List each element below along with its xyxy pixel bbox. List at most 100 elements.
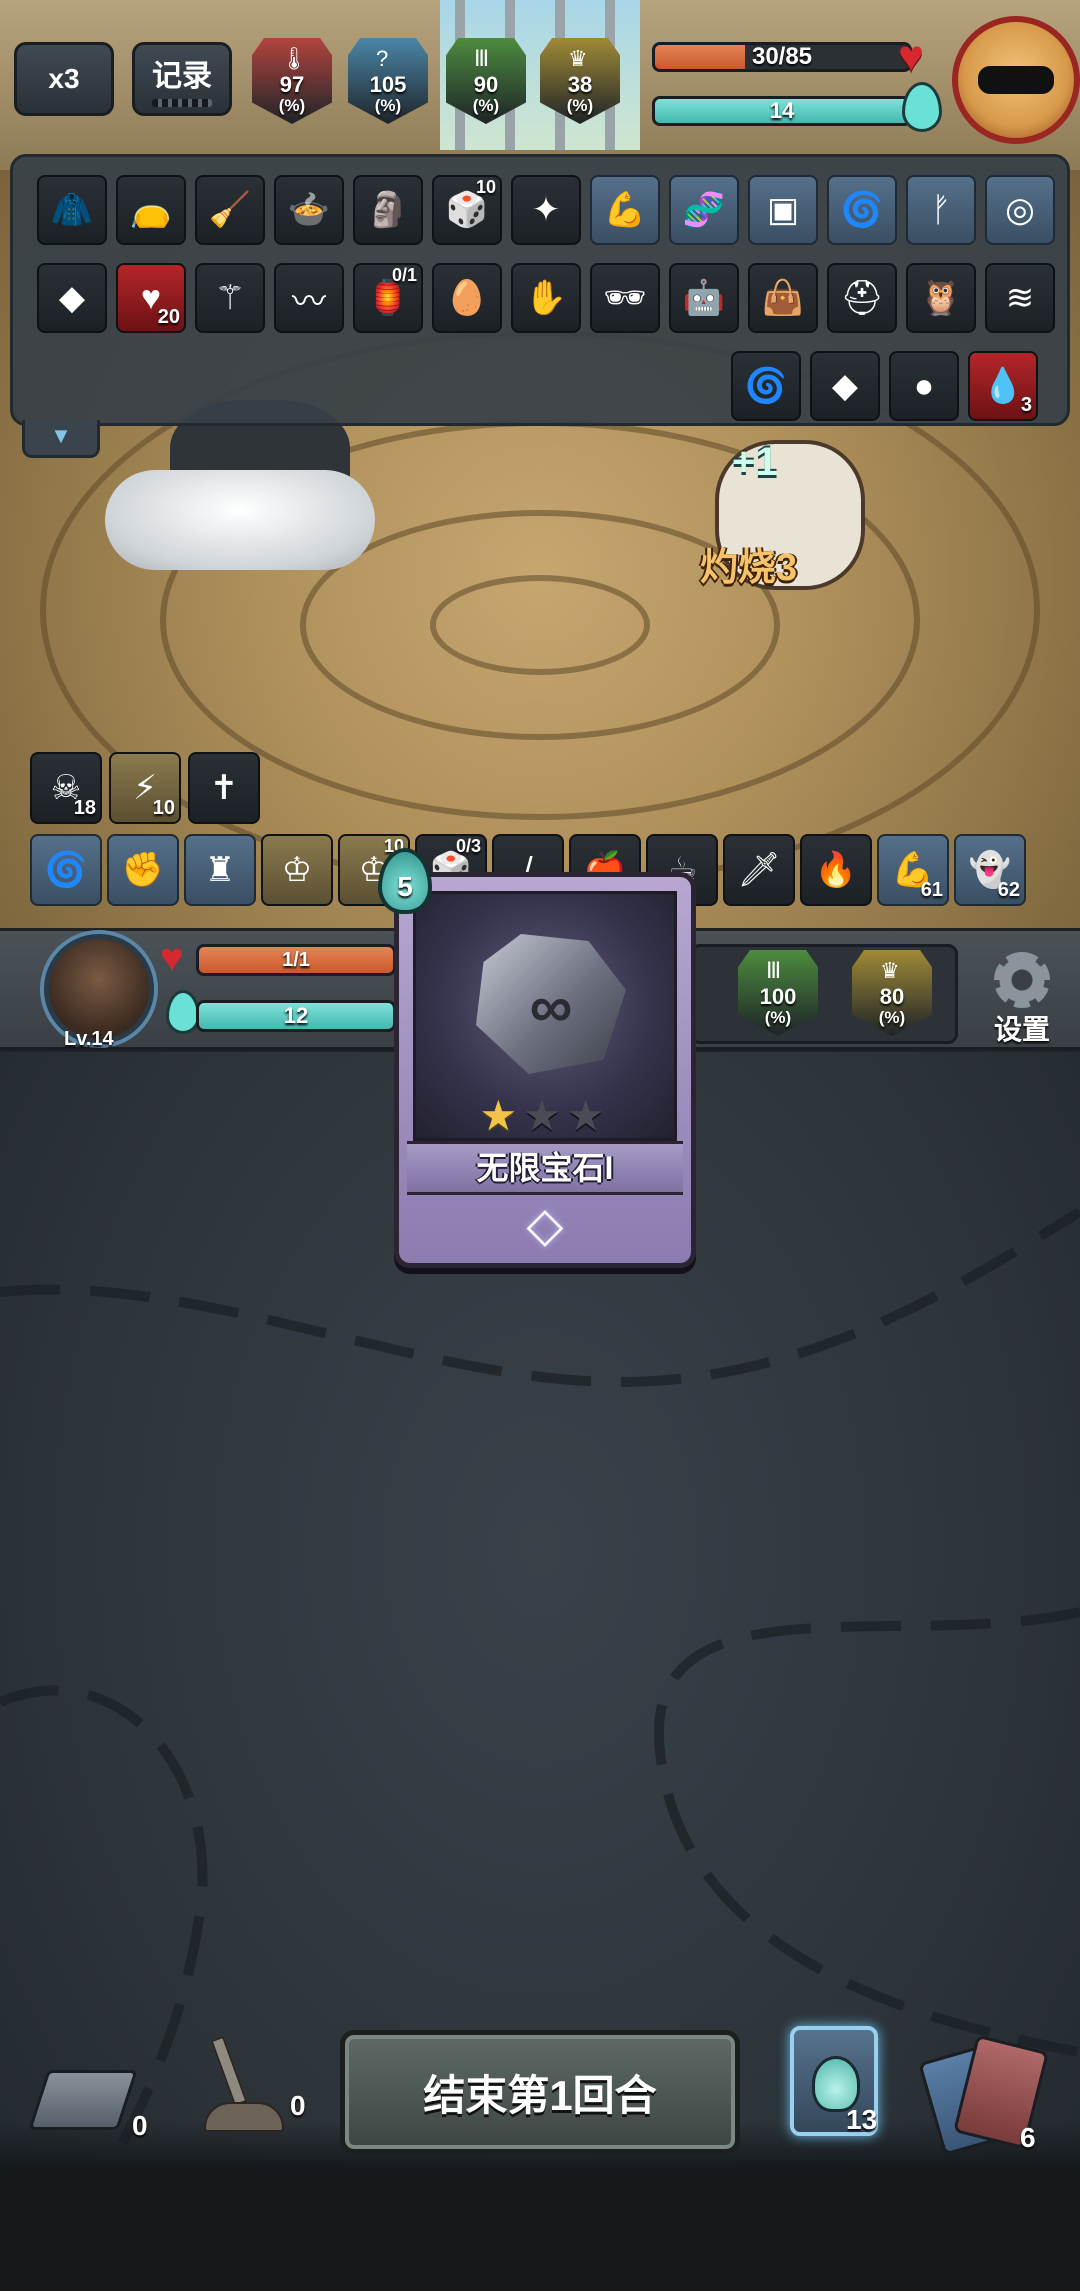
robot-slot[interactable]: 🤖 (669, 263, 739, 333)
stone-head-slot[interactable]: 🗿 (353, 175, 423, 245)
brown-sack-slot[interactable]: 👜 (748, 263, 818, 333)
heart-pierce-slot[interactable]: ♥ 20 (116, 263, 186, 333)
totem-slot[interactable]: ♜ (184, 834, 256, 906)
draw-pile-button[interactable] (28, 2064, 138, 2140)
dagger-slot[interactable]: 🗡 (723, 834, 795, 906)
swirl-slot[interactable]: 🌀 (827, 175, 897, 245)
strong-arm-slot[interactable]: 💪 61 (877, 834, 949, 906)
gear-icon (994, 952, 1050, 1008)
scepter-icon: ⚚ (214, 279, 246, 317)
slot-count: 20 (157, 306, 180, 328)
card-infinity-gem[interactable]: ∞ ★★★ 无限宝石I ◇ (394, 872, 696, 1268)
dna-slot[interactable]: 🧬 (669, 175, 739, 245)
target-slot[interactable]: ◎ (985, 175, 1055, 245)
discard-pile-count: 6 (1020, 2122, 1036, 2153)
player-mana-text: 12 (283, 1003, 309, 1028)
black-wings-slot[interactable]: 〰 (274, 263, 344, 333)
settings-button[interactable]: 设置 (982, 952, 1062, 1048)
black-sunglasses-icon: 🕶 (603, 279, 647, 317)
stat-value: 100 (759, 984, 797, 1009)
enemy-avatar[interactable] (952, 16, 1080, 144)
brown-sack-icon: 👜 (761, 279, 805, 317)
crate-slot[interactable]: ▣ (748, 175, 818, 245)
fire-leaf-slot[interactable]: 🔥 (800, 834, 872, 906)
sack-slot[interactable]: 👝 (116, 175, 186, 245)
stat-badge: ♛ 38 (%) (540, 38, 620, 124)
black-sunglasses-slot[interactable]: 🕶 (590, 263, 660, 333)
green-egg-slot[interactable]: 🥚 (432, 263, 502, 333)
sunglasses-icon (978, 66, 1054, 94)
crown-spikes-icon: ♔ (281, 851, 313, 889)
collapse-panel-button[interactable]: ▼ (22, 420, 100, 458)
dagger-icon: 🗡 (737, 851, 781, 889)
lantern-slot[interactable]: 🏮 0/1 (353, 263, 423, 333)
owl-icon: 🦉 (919, 279, 963, 317)
stone-head-icon: 🗿 (366, 191, 410, 229)
crown-spikes-slot[interactable]: ♔ (261, 834, 333, 906)
fire-leaf-icon: 🔥 (814, 851, 858, 889)
relic-panel: 🧥 👝 🧹 🍲 🗿 🎲 10 ✦ 💪 🧬 ▣ 🌀 ᚠ ◎ ◆ ♥ 20 ⚚ 〰 🏮 0/1 🥚 ✋ 🕶 🤖 👜 ⛑ 🦉 ≋ 🌀 ◆ ● 💧 3 (10, 154, 1070, 426)
cooking-pot-icon: 🍲 (287, 191, 331, 229)
dna-icon: 🧬 (682, 191, 726, 229)
blue-orb-icon: ● (913, 366, 935, 405)
claw-icon: ᚠ (930, 190, 952, 229)
cloud-platform (105, 470, 375, 570)
question-icon: ? (376, 46, 389, 71)
lightning-slot[interactable]: ⚡ 10 (109, 752, 181, 824)
stat-value: 105 (369, 72, 407, 97)
claw-slot[interactable]: ᚠ (906, 175, 976, 245)
cooking-pot-slot[interactable]: 🍲 (274, 175, 344, 245)
arena-ring (430, 575, 650, 675)
slot-badge: 10 (475, 177, 496, 197)
speed-button[interactable]: x3 (14, 42, 114, 116)
scepter-slot[interactable]: ⚚ (195, 263, 265, 333)
sack-icon: 👝 (129, 191, 173, 229)
heart-icon: ♥ (160, 936, 184, 980)
crate-icon: ▣ (766, 191, 800, 229)
dice-slot[interactable]: 🎲 10 (432, 175, 502, 245)
end-turn-button[interactable]: 结束第1回合 (340, 2030, 740, 2154)
muscle-slot[interactable]: 💪 (590, 175, 660, 245)
stat-unit: (%) (566, 96, 594, 115)
green-crystal-slot[interactable]: ◆ (37, 263, 107, 333)
broom-slot[interactable]: 🧹 (195, 175, 265, 245)
blood-drop-icon: 💧 (981, 367, 1025, 405)
log-button[interactable]: 记录 (132, 42, 232, 116)
blue-orb-slot[interactable]: ● (889, 351, 959, 421)
glowing-rune-icon: ✦ (531, 191, 561, 229)
stat-badge: 🌡 97 (%) (252, 38, 332, 124)
star-empty-icon: ★ (566, 1092, 611, 1139)
crystal-shard-icon: ◆ (831, 367, 859, 405)
end-turn-label: 结束第1回合 (423, 2071, 657, 2119)
hand-rune-slot[interactable]: ✋ (511, 263, 581, 333)
blood-drop-slot[interactable]: 💧 3 (968, 351, 1038, 421)
bandage-slot[interactable]: ≋ (985, 263, 1055, 333)
stat-badge: Ⅲ 100 (%) (738, 950, 818, 1036)
stat-unit: (%) (278, 96, 306, 115)
enemy-hp-bar: 30/85 (652, 42, 912, 72)
target-icon: ◎ (1005, 191, 1035, 229)
swirl-slot[interactable]: 🌀 (30, 834, 102, 906)
owl-slot[interactable]: 🦉 (906, 263, 976, 333)
scarecrow-slot[interactable]: ✝ (188, 752, 260, 824)
stat-badge: Ⅲ 90 (%) (446, 38, 526, 124)
green-helmet-icon: ⛑ (840, 279, 884, 317)
bandage-icon: ≋ (1005, 279, 1035, 317)
mana-gain-indicator: +1 (732, 440, 778, 484)
fist-slot[interactable]: ✊ (107, 834, 179, 906)
graveyard-button[interactable] (196, 2035, 286, 2136)
blue-swirl-slot[interactable]: 🌀 (731, 351, 801, 421)
stat-value: 97 (279, 72, 305, 97)
grave-mound-icon (204, 2102, 284, 2132)
slot-count: 10 (152, 797, 175, 819)
slot-count: 61 (920, 879, 943, 901)
green-helmet-slot[interactable]: ⛑ (827, 263, 897, 333)
skull-slot[interactable]: ☠ 18 (30, 752, 102, 824)
slot-count: 62 (997, 879, 1020, 901)
crystal-shard-slot[interactable]: ◆ (810, 351, 880, 421)
stat-value: 90 (473, 72, 499, 97)
leather-armor-slot[interactable]: 🧥 (37, 175, 107, 245)
settings-label: 设置 (993, 1014, 1050, 1045)
ghost-slot[interactable]: 👻 62 (954, 834, 1026, 906)
glowing-rune-slot[interactable]: ✦ (511, 175, 581, 245)
